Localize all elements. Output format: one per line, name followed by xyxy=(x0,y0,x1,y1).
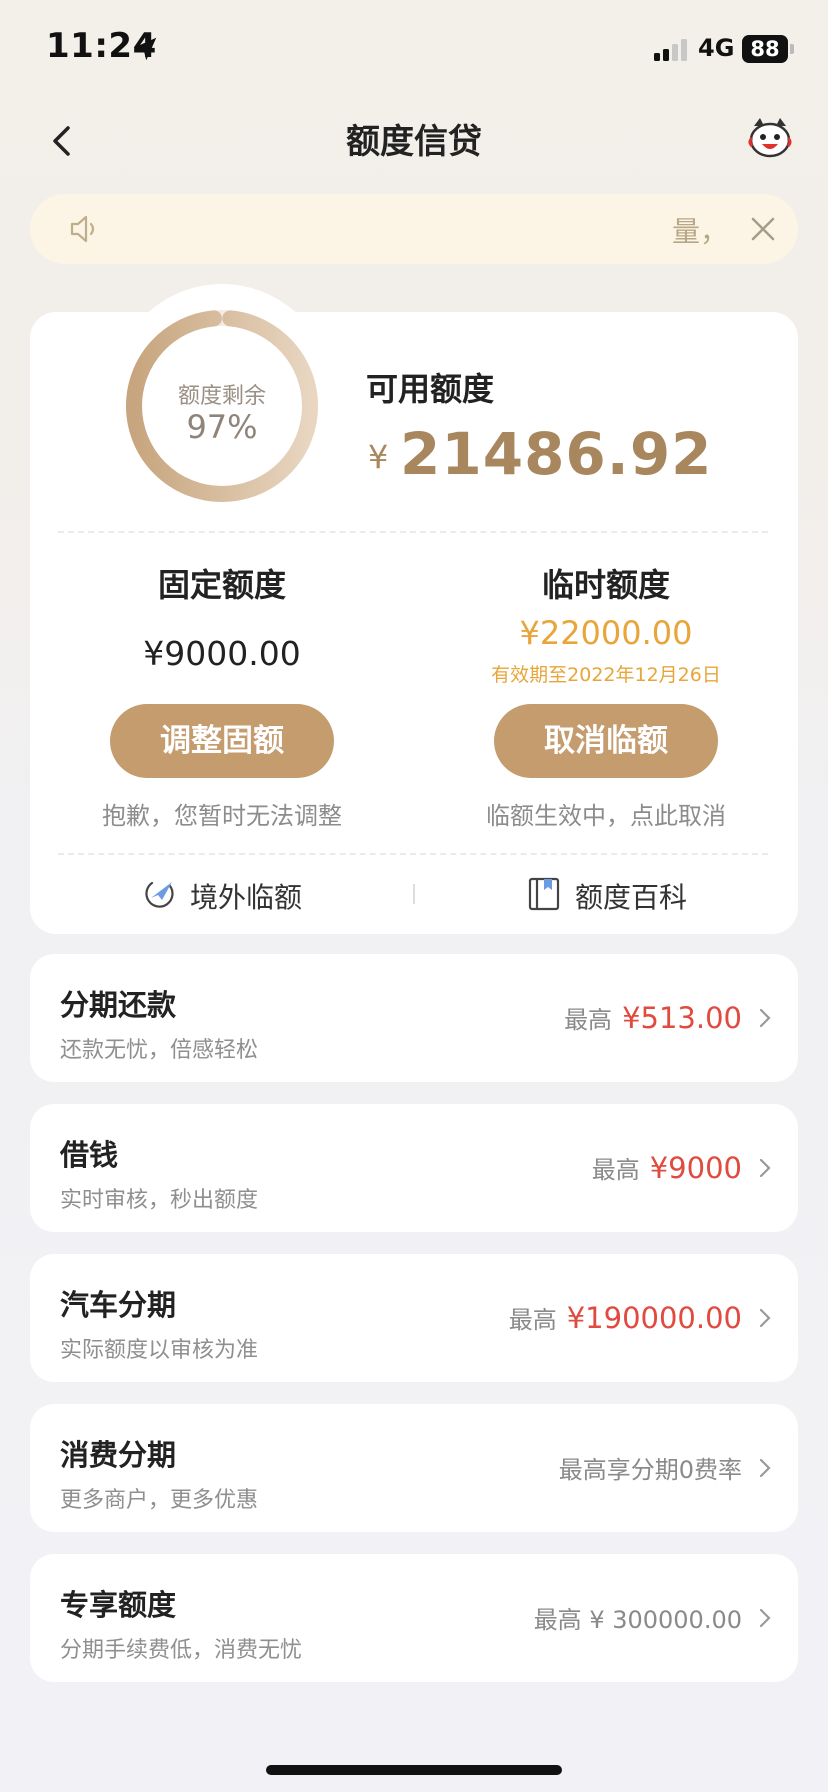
temp-credit-note[interactable]: 临额生效中，点此取消 xyxy=(414,796,798,831)
signal-icon xyxy=(654,39,687,61)
speaker-icon xyxy=(70,215,95,243)
ring-percent: 97% xyxy=(186,408,258,446)
overseas-label: 境外临额 xyxy=(190,881,303,914)
list-item-exclusive-credit[interactable]: 专享额度 分期手续费低，消费无忧 最高 ¥ 300000.00 xyxy=(30,1554,798,1682)
list-item-subtitle: 更多商户，更多优惠 xyxy=(60,1488,259,1513)
fixed-credit-note: 抱歉，您暂时无法调整 xyxy=(102,802,342,830)
list-item-limit: 最高 ¥ 300000.00 xyxy=(534,1600,742,1635)
list-item-car-installment[interactable]: 汽车分期 实际额度以审核为准 最高 ¥190000.00 xyxy=(30,1254,798,1382)
page-title: 额度信贷 xyxy=(346,122,482,162)
list-item-subtitle: 实际额度以审核为准 xyxy=(60,1338,259,1363)
chevron-right-icon xyxy=(759,1458,771,1478)
list-item-limit: 最高 ¥9000 xyxy=(592,1150,742,1185)
list-item-installment-repay[interactable]: 分期还款 还款无忧，倍感轻松 最高 ¥513.00 xyxy=(30,954,798,1082)
temp-credit-validity: 有效期至2022年12月26日 xyxy=(491,664,721,686)
list-item-subtitle: 分期手续费低，消费无忧 xyxy=(60,1638,303,1663)
limit-prefix: 最高 xyxy=(591,1156,640,1184)
wiki-label: 额度百科 xyxy=(575,881,688,914)
limit-amount: ¥190000.00 xyxy=(566,1301,742,1335)
list-item-limit: 最高 ¥513.00 xyxy=(564,1000,742,1035)
network-type: 4G xyxy=(698,34,735,62)
chevron-right-icon xyxy=(759,1158,771,1178)
list-item-title: 分期还款 xyxy=(60,988,177,1022)
chevron-right-icon xyxy=(759,1008,771,1028)
home-indicator[interactable] xyxy=(266,1765,562,1775)
chevron-right-icon xyxy=(759,1608,771,1628)
list-item-limit: 最高 ¥190000.00 xyxy=(509,1300,742,1335)
list-item-subtitle: 实时审核，秒出额度 xyxy=(60,1188,259,1213)
limit-prefix: 最高 ¥ 300000.00 xyxy=(533,1606,742,1634)
cancel-temp-credit-button[interactable]: 取消临额 xyxy=(494,704,718,778)
adjust-fixed-credit-button[interactable]: 调整固额 xyxy=(110,704,334,778)
available-credit-label: 可用额度 xyxy=(366,370,495,408)
limit-prefix: 最高 xyxy=(564,1006,613,1034)
list-item-title: 借钱 xyxy=(60,1138,119,1172)
notice-bar[interactable]: 量， xyxy=(30,194,798,264)
close-icon[interactable] xyxy=(746,212,780,246)
list-item-title: 消费分期 xyxy=(60,1438,177,1472)
ring-label: 额度剩余 xyxy=(177,384,266,409)
notice-text: 量， xyxy=(672,215,712,248)
limit-prefix: 最高 xyxy=(508,1306,557,1334)
fixed-credit-amount: ¥9000.00 xyxy=(143,634,301,673)
temp-credit-title: 临时额度 xyxy=(541,566,670,604)
limit-prefix: 最高享分期0费率 xyxy=(558,1456,742,1484)
separator xyxy=(413,884,415,904)
book-icon xyxy=(528,877,560,911)
fixed-credit-title: 固定额度 xyxy=(157,566,286,604)
chevron-right-icon xyxy=(759,1308,771,1328)
list-item-consumer-installment[interactable]: 消费分期 更多商户，更多优惠 最高享分期0费率 xyxy=(30,1404,798,1532)
temp-credit-amount: ¥22000.00 xyxy=(519,614,693,652)
divider xyxy=(58,853,768,855)
list-item-title: 汽车分期 xyxy=(60,1288,177,1322)
battery-icon: 88 xyxy=(742,35,788,63)
list-item-subtitle: 还款无忧，倍感轻松 xyxy=(60,1038,259,1063)
mascot-icon[interactable] xyxy=(746,116,794,160)
list-item-title: 专享额度 xyxy=(60,1588,177,1622)
plane-globe-icon xyxy=(145,881,174,908)
battery-tip xyxy=(790,44,794,54)
limit-amount: ¥513.00 xyxy=(622,1001,742,1035)
currency-symbol: ¥ xyxy=(368,438,389,476)
list-item-limit: 最高享分期0费率 xyxy=(559,1450,742,1485)
divider xyxy=(58,531,768,533)
list-item-borrow[interactable]: 借钱 实时审核，秒出额度 最高 ¥9000 xyxy=(30,1104,798,1232)
location-arrow-icon xyxy=(133,37,157,61)
available-credit-value: 21486.92 xyxy=(400,420,713,488)
limit-amount: ¥9000 xyxy=(649,1151,742,1185)
